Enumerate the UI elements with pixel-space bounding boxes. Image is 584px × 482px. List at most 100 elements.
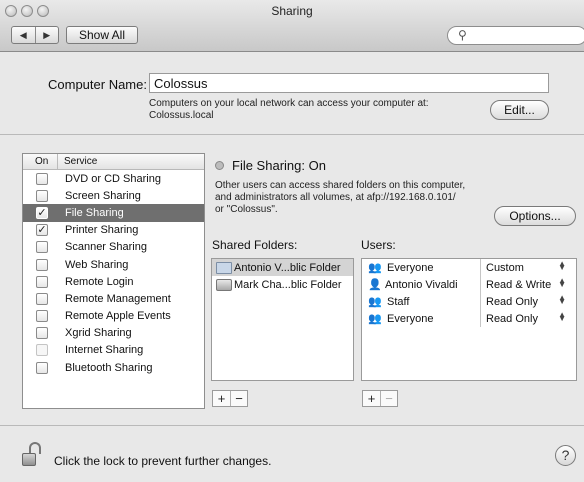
- shared-folders-list[interactable]: Antonio V...blic Folder Mark Cha...blic F…: [211, 258, 354, 381]
- shared-folder-name: Mark Cha...blic Folder: [234, 278, 342, 291]
- service-row[interactable]: Internet Sharing: [23, 342, 204, 359]
- address-desc-line: Computers on your local network can acce…: [149, 98, 429, 109]
- service-label: Bluetooth Sharing: [65, 361, 153, 374]
- user-cell: 👥 Everyone: [362, 259, 481, 276]
- service-row[interactable]: ✓ Printer Sharing: [23, 222, 204, 239]
- user-rows: 👥 Everyone Custom ▲ ▼ 👤 Antonio Vivaldi Read & …: [362, 259, 576, 327]
- computer-name-field[interactable]: Colossus: [149, 73, 549, 93]
- folder-rows: Antonio V...blic Folder Mark Cha...blic F…: [212, 259, 353, 293]
- service-checkbox[interactable]: [36, 258, 48, 271]
- add-user-button[interactable]: +: [363, 391, 380, 406]
- service-row[interactable]: Remote Login: [23, 273, 204, 290]
- user-cell: 👥 Everyone: [362, 310, 481, 327]
- lock-message: Click the lock to prevent further change…: [54, 454, 272, 468]
- service-row[interactable]: Scanner Sharing: [23, 239, 204, 256]
- popup-arrows-icon: ▲ ▼: [558, 292, 566, 306]
- permission-popup[interactable]: Custom ▲ ▼: [481, 258, 576, 274]
- user-name: Everyone: [387, 261, 434, 274]
- edit-button[interactable]: Edit...: [490, 100, 549, 120]
- service-row[interactable]: Remote Management: [23, 290, 204, 307]
- sharing-status: File Sharing: On: [215, 158, 326, 173]
- group-icon: 👥: [368, 262, 382, 274]
- service-checkbox[interactable]: [36, 292, 48, 305]
- user-cell: 👥 Staff: [362, 293, 481, 310]
- service-checkbox[interactable]: [36, 189, 48, 202]
- service-checkbox[interactable]: [36, 241, 48, 254]
- service-checkbox[interactable]: ✓: [36, 206, 48, 219]
- shared-folder-row[interactable]: Antonio V...blic Folder: [212, 259, 353, 276]
- permission-popup[interactable]: Read Only ▲ ▼: [481, 309, 576, 325]
- remove-folder-button[interactable]: −: [230, 391, 247, 406]
- info-line: and administrators all volumes, at afp:/…: [215, 192, 456, 203]
- computer-address-description: Computers on your local network can acce…: [149, 98, 429, 122]
- info-line: Other users can access shared folders on…: [215, 180, 466, 191]
- back-arrow-icon[interactable]: ◀: [12, 27, 35, 43]
- users-add-remove: + −: [362, 390, 398, 407]
- show-all-button[interactable]: Show All: [66, 26, 138, 44]
- user-name: Everyone: [387, 312, 434, 325]
- popup-arrows-icon: ▲ ▼: [558, 258, 566, 272]
- users-list[interactable]: 👥 Everyone Custom ▲ ▼ 👤 Antonio Vivaldi Read & …: [361, 258, 577, 381]
- user-row[interactable]: 👥 Everyone Read Only ▲ ▼: [362, 310, 576, 327]
- service-label: Web Sharing: [65, 258, 129, 271]
- service-checkbox[interactable]: [36, 344, 48, 357]
- permission-popup[interactable]: Read & Write ▲ ▼: [481, 275, 576, 291]
- service-label: DVD or CD Sharing: [65, 172, 161, 185]
- service-row[interactable]: Web Sharing: [23, 256, 204, 273]
- user-name: Antonio Vivaldi: [385, 278, 458, 291]
- popup-arrows-icon: ▲ ▼: [558, 275, 566, 289]
- back-forward-control[interactable]: ◀ ▶: [11, 26, 59, 44]
- service-checkbox[interactable]: [36, 275, 48, 288]
- service-label: Remote Login: [65, 275, 134, 288]
- service-label: Remote Management: [65, 292, 171, 305]
- service-checkbox[interactable]: ✓: [36, 224, 48, 237]
- permission-value: Read Only: [486, 312, 538, 325]
- help-button[interactable]: ?: [555, 445, 576, 466]
- service-checkbox[interactable]: [36, 361, 48, 374]
- address-local-name: Colossus.local: [149, 110, 214, 121]
- divider: [0, 134, 584, 135]
- options-button[interactable]: Options...: [494, 206, 576, 226]
- lock-body: [22, 453, 36, 466]
- service-checkbox[interactable]: [36, 172, 48, 185]
- add-folder-button[interactable]: +: [213, 391, 230, 406]
- shared-folder-row[interactable]: Mark Cha...blic Folder: [212, 276, 353, 293]
- remove-user-button[interactable]: −: [380, 391, 397, 406]
- on-column-header[interactable]: On: [23, 154, 58, 169]
- forward-arrow-icon[interactable]: ▶: [34, 27, 59, 43]
- search-field[interactable]: ⚲: [447, 26, 584, 45]
- service-label: Remote Apple Events: [65, 310, 171, 323]
- user-row[interactable]: 👥 Staff Read Only ▲ ▼: [362, 293, 576, 310]
- service-label: Xgrid Sharing: [65, 327, 132, 340]
- file-sharing-info: Other users can access shared folders on…: [215, 180, 490, 216]
- users-label: Users:: [361, 238, 396, 252]
- service-row[interactable]: DVD or CD Sharing: [23, 170, 204, 187]
- user-row[interactable]: 👤 Antonio Vivaldi Read & Write ▲ ▼: [362, 276, 576, 293]
- service-label: Screen Sharing: [65, 189, 141, 202]
- computer-name-label: Computer Name:: [48, 77, 147, 92]
- service-row[interactable]: Screen Sharing: [23, 187, 204, 204]
- user-cell: 👤 Antonio Vivaldi: [362, 276, 481, 293]
- permission-value: Custom: [486, 261, 524, 274]
- user-name: Staff: [387, 295, 410, 308]
- window-title: Sharing: [271, 4, 313, 18]
- user-row[interactable]: 👥 Everyone Custom ▲ ▼: [362, 259, 576, 276]
- service-row[interactable]: ✓ File Sharing: [23, 204, 204, 222]
- info-line: or "Colossus".: [215, 204, 278, 215]
- group-icon: 👥: [368, 313, 382, 325]
- service-checkbox[interactable]: [36, 310, 48, 323]
- service-row[interactable]: Xgrid Sharing: [23, 325, 204, 342]
- service-label: Internet Sharing: [65, 344, 144, 357]
- lock-icon[interactable]: [22, 442, 42, 468]
- permission-popup[interactable]: Read Only ▲ ▼: [481, 292, 576, 308]
- service-column-header[interactable]: Service: [58, 154, 97, 169]
- service-row[interactable]: Bluetooth Sharing: [23, 359, 204, 376]
- toolbar: Sharing ◀ ▶ Show All ⚲: [0, 0, 584, 52]
- service-label: Printer Sharing: [65, 224, 139, 237]
- status-indicator-icon: [215, 161, 224, 170]
- service-label: Scanner Sharing: [65, 241, 147, 254]
- permission-value: Read Only: [486, 295, 538, 308]
- popup-arrows-icon: ▲ ▼: [558, 309, 566, 323]
- service-checkbox[interactable]: [36, 327, 48, 340]
- service-row[interactable]: Remote Apple Events: [23, 308, 204, 325]
